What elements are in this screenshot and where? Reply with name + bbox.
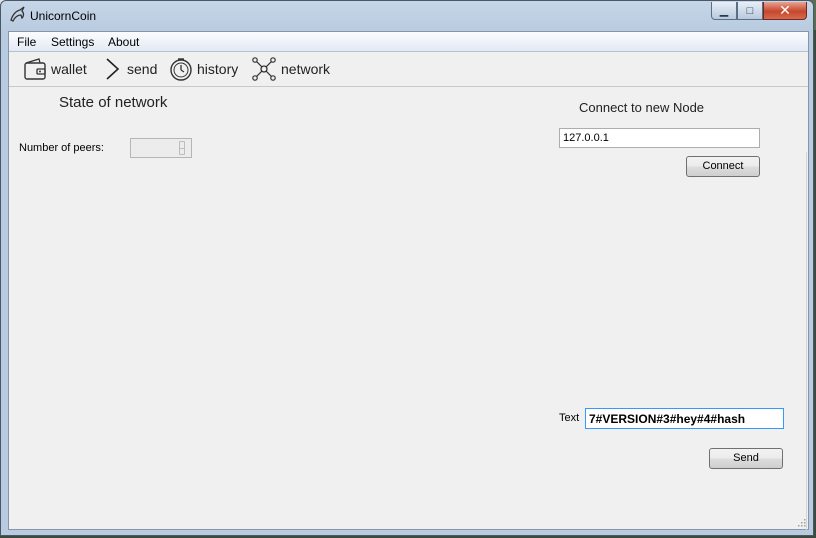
app-window: UnicornCoin ▁ □ ✕ File Settings About wa…: [0, 0, 814, 536]
connect-node-heading: Connect to new Node: [579, 100, 705, 115]
peers-spinbox[interactable]: [130, 138, 192, 158]
text-label: Text: [559, 412, 580, 424]
close-icon: ✕: [779, 2, 791, 18]
menu-bar: File Settings About: [9, 32, 808, 52]
node-address-input[interactable]: [559, 128, 760, 148]
send-button[interactable]: Send: [709, 448, 783, 469]
tool-network-label: network: [281, 61, 331, 77]
minimize-button[interactable]: ▁: [711, 2, 737, 20]
peers-label: Number of peers:: [19, 142, 104, 154]
window-title: UnicornCoin: [30, 9, 97, 23]
close-button[interactable]: ✕: [763, 2, 807, 20]
tool-send[interactable]: send: [103, 56, 157, 82]
tool-wallet-label: wallet: [51, 61, 87, 77]
caption-buttons: ▁ □ ✕: [711, 2, 807, 20]
tool-wallet[interactable]: wallet: [23, 56, 87, 82]
spin-arrows-icon[interactable]: [179, 141, 185, 155]
minimize-icon: ▁: [719, 5, 729, 17]
toolbar: wallet send history network: [9, 52, 808, 87]
chevron-right-icon: [106, 58, 120, 80]
resize-grip-icon[interactable]: [796, 517, 806, 527]
tool-history[interactable]: history: [169, 56, 238, 82]
unicorn-icon: [10, 6, 25, 22]
network-state-heading: State of network: [59, 94, 168, 111]
clock-icon: [170, 58, 192, 81]
menu-file[interactable]: File: [17, 35, 36, 49]
menu-about[interactable]: About: [108, 35, 139, 49]
tool-network[interactable]: network: [251, 56, 330, 82]
maximize-button[interactable]: □: [737, 2, 763, 20]
main-panel: File Settings About wallet send history …: [8, 31, 809, 530]
menu-settings[interactable]: Settings: [51, 35, 94, 49]
tool-history-label: history: [197, 61, 239, 77]
network-icon: [252, 57, 276, 81]
wallet-icon: [24, 58, 46, 80]
connect-button[interactable]: Connect: [686, 156, 760, 177]
title-bar[interactable]: UnicornCoin ▁ □ ✕: [1, 1, 813, 30]
tool-send-label: send: [127, 61, 158, 77]
message-text-input[interactable]: [585, 408, 784, 429]
maximize-icon: □: [746, 4, 754, 17]
divider: [806, 152, 807, 530]
